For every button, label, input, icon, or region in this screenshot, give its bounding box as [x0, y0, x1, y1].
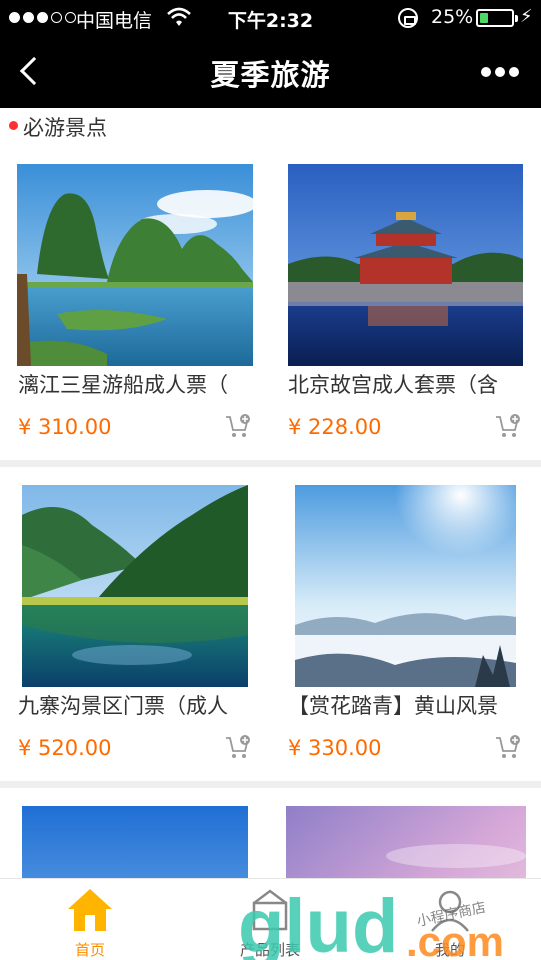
product-row: 九寨沟景区门票（成人 ¥ 520.00 【赏花踏青】黄山风景 ¥ 330.00 [0, 467, 541, 767]
more-dots-icon [481, 67, 491, 77]
product-name: 漓江三星游船成人票（ [18, 373, 228, 397]
product-image-huangshan [295, 485, 516, 687]
section-title: 必游景点 [23, 116, 107, 140]
status-bar: 中国电信 下午2:32 25% ⚡ [0, 0, 541, 36]
more-options-button[interactable] [474, 61, 526, 83]
rotation-lock-icon [398, 8, 418, 28]
product-image-forbidden-city [288, 164, 523, 366]
product-card[interactable]: 北京故宫成人套票（含 ¥ 228.00 [270, 146, 540, 446]
product-price: ¥ 330.00 [288, 736, 382, 760]
product-image-blue-sky [22, 806, 248, 878]
page-title: 夏季旅游 [210, 58, 331, 92]
product-card[interactable] [0, 788, 270, 878]
product-row [0, 788, 541, 878]
product-name: 北京故宫成人套票（含 [288, 373, 498, 397]
product-image-jiuzhaigou [22, 485, 248, 687]
product-card[interactable]: 漓江三星游船成人票（ ¥ 310.00 [0, 146, 270, 446]
tab-product-list[interactable]: 产品列表 [180, 879, 360, 960]
product-price: ¥ 228.00 [288, 415, 382, 439]
battery-icon [476, 9, 518, 27]
charging-icon: ⚡ [520, 6, 533, 27]
product-name: 九寨沟景区门票（成人 [18, 694, 228, 718]
add-to-cart-icon[interactable] [494, 412, 522, 440]
tab-label: 我的 [434, 941, 465, 959]
product-name: 【赏花踏青】黄山风景 [288, 694, 498, 718]
product-card[interactable]: 九寨沟景区门票（成人 ¥ 520.00 [0, 467, 270, 767]
product-price: ¥ 520.00 [18, 736, 112, 760]
add-to-cart-icon[interactable] [494, 733, 522, 761]
section-dot-icon [9, 121, 18, 130]
tab-home[interactable]: 首页 [0, 879, 180, 960]
section-header: 必游景点 [0, 108, 541, 146]
product-list-icon [252, 889, 288, 931]
add-to-cart-icon[interactable] [224, 733, 252, 761]
product-image-lijiang [17, 164, 253, 366]
profile-icon [431, 890, 469, 932]
bottom-tab-bar: 首页 产品列表 我的 [0, 878, 541, 960]
product-price: ¥ 310.00 [18, 415, 112, 439]
product-image-purple-sky [286, 806, 526, 878]
top-header: 中国电信 下午2:32 25% ⚡ 夏季旅游 [0, 0, 541, 108]
tab-label: 首页 [74, 941, 105, 959]
add-to-cart-icon[interactable] [224, 412, 252, 440]
home-icon [68, 889, 112, 931]
product-card[interactable]: 【赏花踏青】黄山风景 ¥ 330.00 [270, 467, 540, 767]
tab-profile[interactable]: 我的 [360, 879, 540, 960]
navigation-bar: 夏季旅游 [0, 36, 541, 108]
product-card[interactable] [270, 788, 540, 878]
battery-percent: 25% [431, 6, 474, 28]
tab-label: 产品列表 [239, 941, 300, 959]
product-row: 漓江三星游船成人票（ ¥ 310.00 北京故宫成人套票（含 ¥ 228.00 [0, 146, 541, 446]
